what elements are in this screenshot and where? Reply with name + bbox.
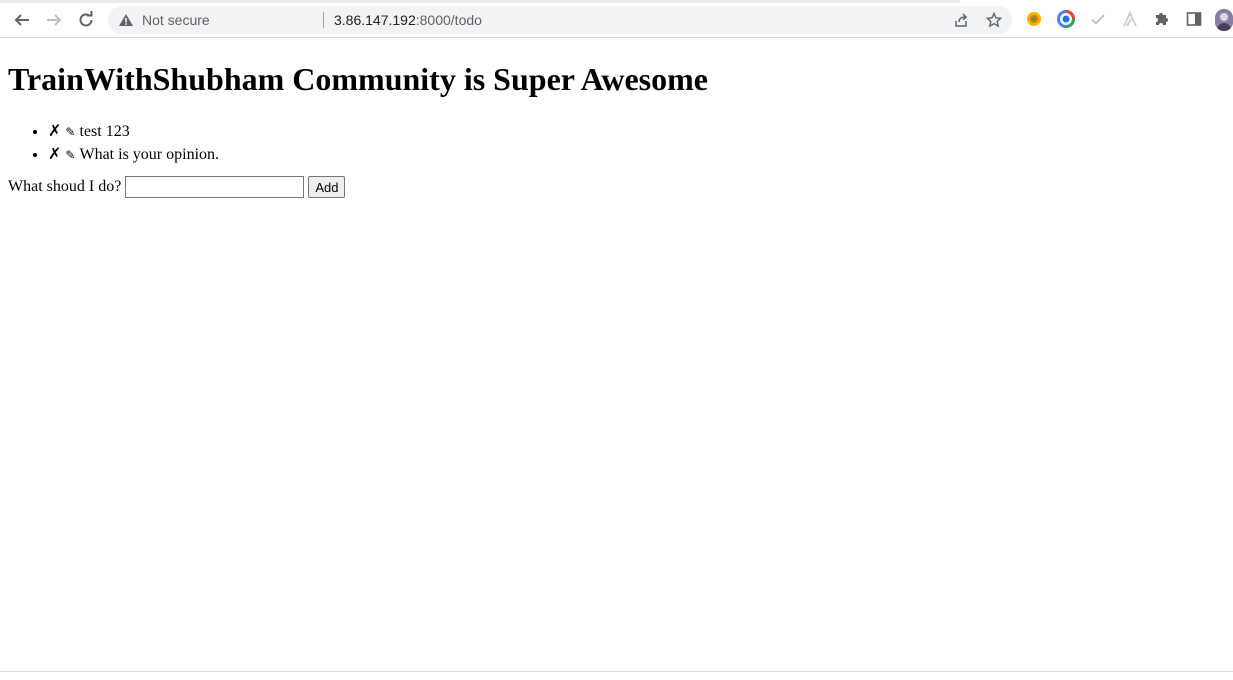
extensions-menu-button[interactable]	[1152, 9, 1172, 29]
extension-badge[interactable]	[1024, 9, 1044, 29]
color-ring-icon	[1057, 10, 1075, 28]
lambda-icon	[1123, 11, 1137, 27]
todo-input-label: What shoud I do?	[8, 178, 122, 195]
browser-toolbar: Not secure 3.86.147.192:8000/todo	[0, 0, 1233, 38]
delete-icon[interactable]: ✗	[48, 121, 61, 140]
share-button[interactable]	[951, 10, 971, 30]
todo-item: ✗ ✎ What is your opinion.	[48, 143, 219, 166]
add-button[interactable]: Add	[308, 176, 346, 198]
edit-icon[interactable]: ✎	[65, 148, 75, 162]
reload-button[interactable]	[72, 6, 100, 34]
address-bar[interactable]: Not secure 3.86.147.192:8000/todo	[108, 6, 1012, 34]
todo-text: test 123	[79, 123, 130, 140]
page-title: TrainWithShubham Community is Super Awes…	[8, 61, 708, 97]
profile-avatar[interactable]	[1215, 9, 1233, 31]
forward-button[interactable]	[40, 6, 68, 34]
bookmark-button[interactable]	[984, 10, 1004, 30]
todo-item: ✗ ✎ test 123	[48, 120, 219, 143]
todo-text: What is your opinion.	[79, 146, 220, 163]
url-text[interactable]: 3.86.147.192:8000/todo	[334, 12, 482, 28]
security-status[interactable]: Not secure	[142, 12, 210, 28]
edit-icon[interactable]: ✎	[65, 125, 75, 139]
checkmark-icon	[1091, 14, 1105, 25]
flower-badge-icon	[1027, 12, 1041, 26]
todo-list: ✗ ✎ test 123 ✗ ✎ What is your opinion.	[8, 120, 219, 166]
reload-icon	[79, 11, 93, 27]
puzzle-icon	[1156, 13, 1168, 25]
side-panel-icon	[1186, 12, 1202, 26]
loading-bar	[0, 0, 960, 3]
delete-icon[interactable]: ✗	[48, 144, 61, 163]
extension-color[interactable]	[1056, 9, 1076, 29]
side-panel-button[interactable]	[1184, 9, 1204, 29]
back-button[interactable]	[8, 6, 36, 34]
star-icon	[986, 12, 1002, 28]
extension-check[interactable]	[1088, 9, 1108, 29]
url-host: 3.86.147.192	[334, 12, 416, 28]
add-todo-form: What shoud I do? Add	[8, 176, 346, 198]
todo-input[interactable]	[125, 176, 305, 198]
url-path: :8000/todo	[415, 12, 482, 28]
warning-triangle-icon	[119, 14, 133, 26]
arrow-left-icon	[14, 14, 29, 26]
extension-lambda[interactable]	[1120, 9, 1140, 29]
window-bottom-edge	[0, 671, 1233, 672]
arrow-right-icon	[47, 14, 62, 26]
share-icon	[955, 13, 968, 27]
avatar-icon	[1215, 9, 1233, 31]
address-separator	[323, 12, 324, 28]
